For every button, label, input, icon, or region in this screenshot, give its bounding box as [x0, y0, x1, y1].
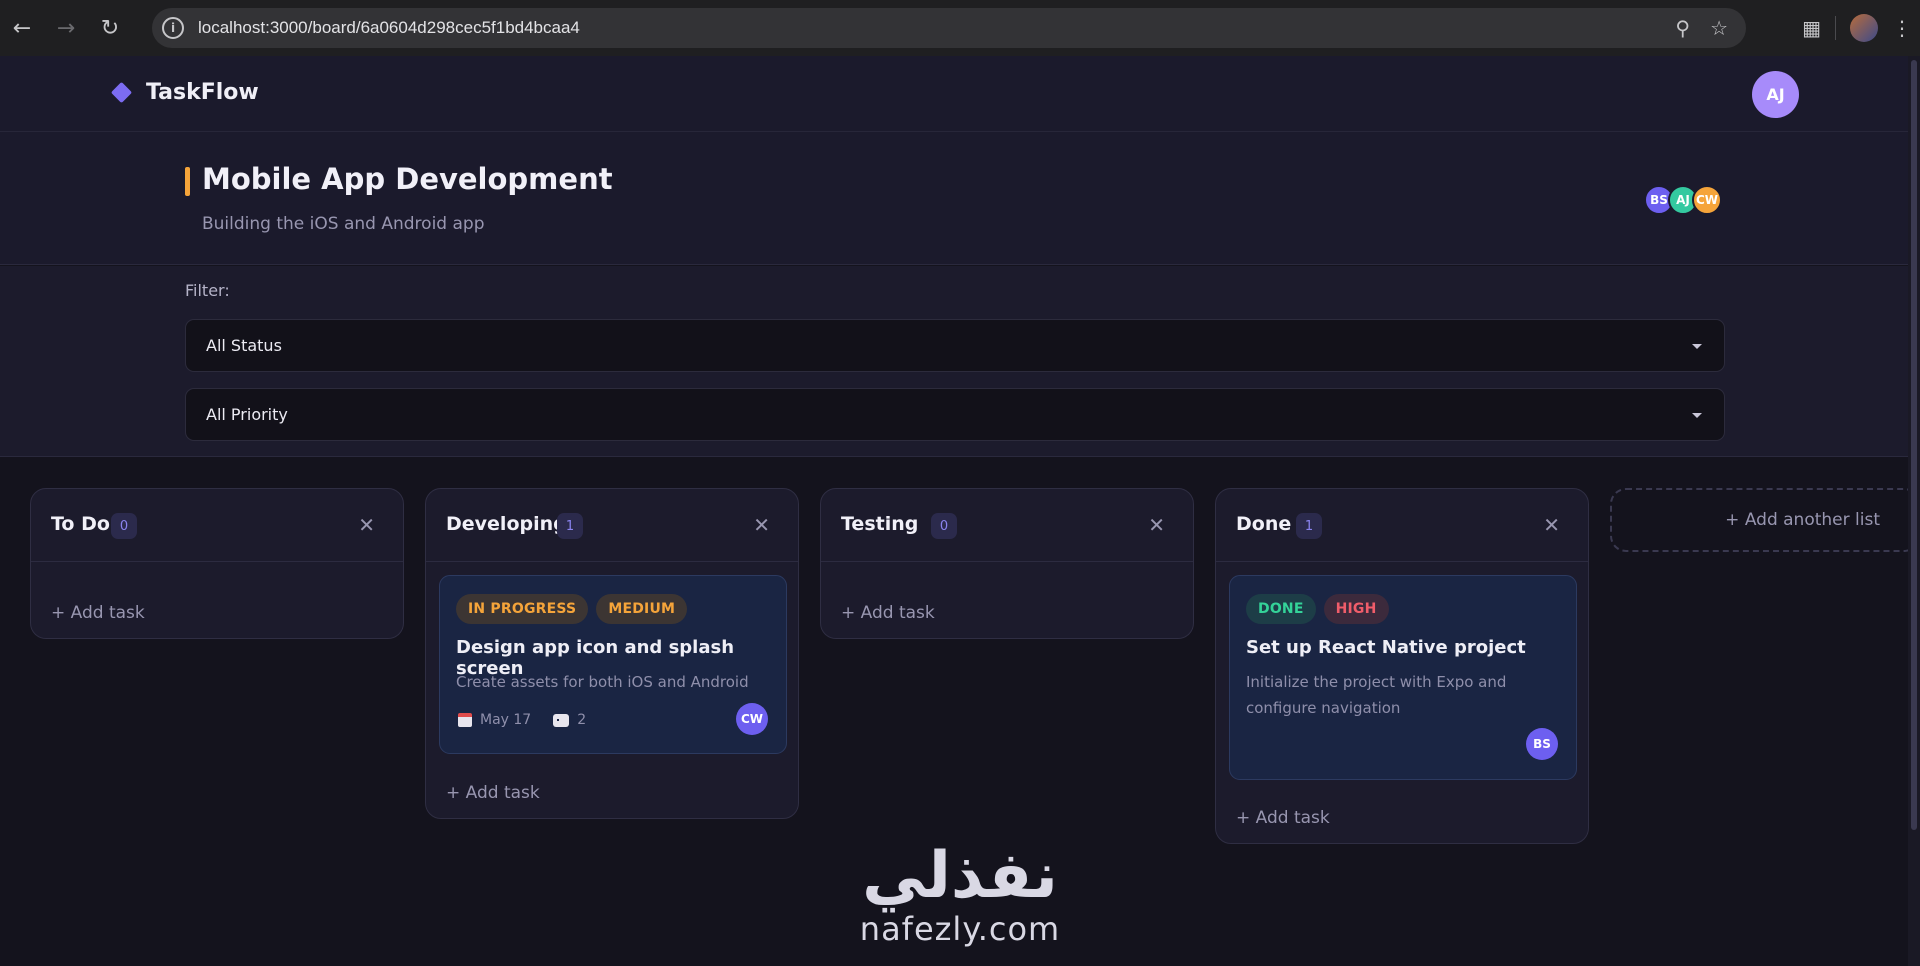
priority-filter-select[interactable]: All Priority: [185, 388, 1725, 441]
list-todo: To Do 0 ✕ + Add task: [30, 488, 404, 639]
app-logo-text[interactable]: TaskFlow: [146, 80, 259, 105]
filter-panel: Filter: All Status All Priority: [0, 266, 1908, 457]
task-card[interactable]: DONE HIGH Set up React Native project In…: [1229, 575, 1577, 780]
title-accent-bar: [185, 167, 190, 196]
add-task-button[interactable]: + Add task: [841, 603, 935, 623]
back-icon[interactable]: ←: [0, 8, 44, 48]
list-testing: Testing 0 ✕ + Add task: [820, 488, 1194, 639]
logo-diamond-icon: [110, 81, 133, 104]
toolbar-divider: [1835, 16, 1836, 40]
reload-icon[interactable]: ↻: [88, 8, 132, 48]
list-header: Developing 1 ✕: [426, 489, 798, 562]
board-members: BS AJ CW: [1644, 185, 1722, 215]
card-tags: DONE HIGH: [1246, 594, 1389, 624]
priority-filter-value: All Priority: [206, 405, 288, 424]
site-info-icon[interactable]: i: [162, 17, 184, 39]
list-title[interactable]: Done: [1236, 513, 1291, 535]
list-title[interactable]: To Do: [51, 513, 110, 535]
status-tag: DONE: [1246, 594, 1316, 624]
extensions-icon[interactable]: ▦: [1802, 16, 1821, 40]
card-description: Create assets for both iOS and Android: [456, 673, 749, 691]
list-count-badge: 1: [1296, 513, 1322, 539]
board-title: Mobile App Development: [202, 162, 613, 196]
list-count-badge: 0: [931, 513, 957, 539]
add-task-button[interactable]: + Add task: [51, 603, 145, 623]
assignee-avatar[interactable]: BS: [1526, 728, 1558, 760]
watermark-latin: nafezly.com: [859, 910, 1061, 948]
list-count-badge: 1: [557, 513, 583, 539]
app-header: TaskFlow AJ: [0, 56, 1908, 132]
bookmark-star-icon[interactable]: ☆: [1710, 16, 1728, 40]
list-developing: Developing 1 ✕ IN PROGRESS MEDIUM Design…: [425, 488, 799, 819]
watermark: نفذلي nafezly.com: [840, 842, 1080, 948]
filter-label: Filter:: [185, 281, 230, 300]
add-task-button[interactable]: + Add task: [1236, 808, 1330, 828]
key-icon[interactable]: ⚲: [1675, 16, 1690, 40]
due-date: May 17: [480, 712, 532, 728]
close-icon[interactable]: ✕: [1148, 513, 1165, 537]
chevron-down-icon: [1692, 344, 1702, 349]
close-icon[interactable]: ✕: [753, 513, 770, 537]
chevron-down-icon: [1692, 413, 1702, 418]
list-done: Done 1 ✕ DONE HIGH Set up React Native p…: [1215, 488, 1589, 844]
add-list-button[interactable]: + Add another list: [1610, 488, 1920, 552]
close-icon[interactable]: ✕: [358, 513, 375, 537]
browser-toolbar: ← → ↻ i localhost:3000/board/6a0604d298c…: [0, 0, 1920, 56]
card-description: Initialize the project with Expo and con…: [1246, 673, 1507, 717]
board-header: Mobile App Development Building the iOS …: [0, 132, 1908, 265]
comment-icon: [553, 713, 570, 727]
watermark-arabic: نفذلي: [862, 839, 1058, 913]
priority-tag: MEDIUM: [596, 594, 688, 624]
comment-count: 2: [577, 712, 587, 728]
calendar-icon: [458, 713, 472, 727]
card-tags: IN PROGRESS MEDIUM: [456, 594, 688, 624]
member-avatar[interactable]: CW: [1692, 185, 1722, 215]
profile-avatar[interactable]: [1850, 14, 1878, 42]
address-url[interactable]: localhost:3000/board/6a0604d298cec5f1bd4…: [198, 18, 580, 38]
status-filter-select[interactable]: All Status: [185, 319, 1725, 372]
add-task-button[interactable]: + Add task: [446, 783, 540, 803]
address-bar[interactable]: i localhost:3000/board/6a0604d298cec5f1b…: [152, 8, 1746, 48]
card-meta: May 17 2: [458, 712, 586, 728]
page-scrollbar[interactable]: [1908, 56, 1920, 966]
list-title[interactable]: Testing: [841, 513, 918, 535]
status-filter-value: All Status: [206, 336, 282, 355]
card-title: Set up React Native project: [1246, 637, 1526, 658]
forward-icon[interactable]: →: [44, 8, 88, 48]
status-tag: IN PROGRESS: [456, 594, 589, 624]
list-title[interactable]: Developing: [446, 513, 567, 535]
list-count-badge: 0: [111, 513, 137, 539]
list-header: Done 1 ✕: [1216, 489, 1588, 562]
board-description: Building the iOS and Android app: [202, 214, 485, 234]
browser-menu-icon[interactable]: ⋮: [1892, 16, 1912, 40]
scrollbar-thumb[interactable]: [1911, 60, 1917, 830]
priority-tag: HIGH: [1323, 594, 1389, 624]
user-avatar[interactable]: AJ: [1752, 71, 1799, 118]
task-card[interactable]: IN PROGRESS MEDIUM Design app icon and s…: [439, 575, 787, 754]
list-header: To Do 0 ✕: [31, 489, 403, 562]
assignee-avatar[interactable]: CW: [736, 703, 768, 735]
close-icon[interactable]: ✕: [1543, 513, 1560, 537]
list-header: Testing 0 ✕: [821, 489, 1193, 562]
